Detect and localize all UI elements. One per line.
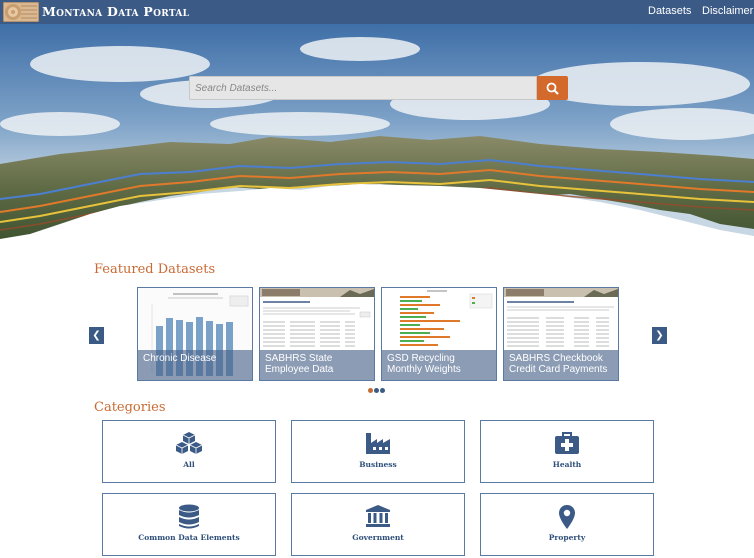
logo-icon[interactable]: [3, 2, 39, 22]
featured-card-sabhrs-checkbook[interactable]: SABHRS Checkbook Credit Card Payments: [503, 287, 619, 381]
featured-datasets-heading: Featured Datasets: [94, 262, 216, 277]
carousel-next-button[interactable]: ❯: [652, 327, 667, 344]
site-title[interactable]: Montana Data Portal: [42, 4, 189, 19]
category-all[interactable]: All: [102, 420, 276, 483]
card-label: SABHRS State Employee Data: [260, 350, 374, 380]
carousel-indicators: [368, 388, 385, 393]
medical-kit-icon: [555, 432, 579, 454]
carousel-dot-3[interactable]: [380, 388, 385, 393]
search-icon: [546, 82, 559, 95]
nav-link-datasets[interactable]: Datasets: [648, 5, 691, 17]
chevron-right-icon: ❯: [655, 330, 664, 341]
category-business[interactable]: Business: [291, 420, 465, 483]
government-building-icon: [366, 505, 390, 527]
category-government[interactable]: Government: [291, 493, 465, 556]
top-navigation-bar: Montana Data Portal Datasets Disclaimer: [0, 0, 754, 24]
category-label: All: [183, 460, 195, 469]
category-label: Government: [352, 533, 404, 542]
card-label: GSD Recycling Monthly Weights: [382, 350, 496, 380]
category-common-data-elements[interactable]: Common Data Elements: [102, 493, 276, 556]
card-label: SABHRS Checkbook Credit Card Payments: [504, 350, 618, 380]
landscape-image: [0, 24, 754, 244]
category-label: Business: [359, 460, 397, 469]
featured-card-chronic-disease[interactable]: Chronic Disease: [137, 287, 253, 381]
factory-icon: [366, 433, 390, 454]
featured-card-gsd-recycling[interactable]: GSD Recycling Monthly Weights: [381, 287, 497, 381]
nav-link-disclaimer[interactable]: Disclaimer: [702, 5, 753, 17]
card-label: Chronic Disease: [138, 350, 252, 380]
map-marker-icon: [559, 505, 575, 529]
category-label: Health: [552, 460, 582, 469]
category-label: Property: [548, 533, 586, 542]
hero-banner: Search Datasets...: [0, 24, 754, 244]
category-label: Common Data Elements: [138, 533, 240, 542]
search-input[interactable]: Search Datasets...: [189, 76, 537, 100]
carousel-dot-2[interactable]: [374, 388, 379, 393]
cubes-icon: [175, 432, 203, 454]
database-icon: [179, 504, 199, 529]
carousel-dot-1[interactable]: [368, 388, 373, 393]
carousel-prev-button[interactable]: ❮: [89, 327, 104, 344]
search-button[interactable]: [537, 76, 568, 100]
categories-heading: Categories: [94, 400, 166, 415]
featured-card-sabhrs-employee[interactable]: SABHRS State Employee Data: [259, 287, 375, 381]
category-property[interactable]: Property: [480, 493, 654, 556]
category-health[interactable]: Health: [480, 420, 654, 483]
chevron-left-icon: ❮: [92, 330, 101, 341]
